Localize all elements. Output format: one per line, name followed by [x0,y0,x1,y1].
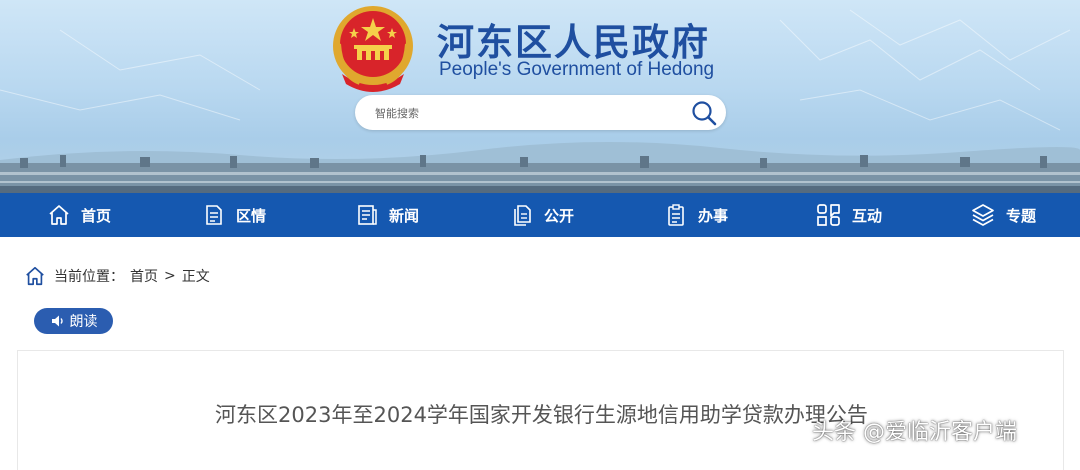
document-icon [206,205,222,225]
search-icon[interactable] [690,99,718,127]
nav-label: 新闻 [389,206,420,225]
home-icon [49,205,69,225]
news-icon [358,205,377,225]
breadcrumb: 当前位置： 首页 > 正文 [24,265,210,287]
nav-item-interaction[interactable]: 互动 [816,193,882,237]
nav-item-news[interactable]: 新闻 [355,193,419,237]
search-bar [355,95,726,130]
files-icon [514,205,531,226]
nav-label: 互动 [852,206,883,225]
read-aloud-button[interactable]: 朗读 [34,308,113,334]
nav-item-home[interactable]: 首页 [47,193,111,237]
nav-label: 区情 [236,206,267,225]
breadcrumb-current[interactable]: 正文 [182,266,210,286]
nav-item-topics[interactable]: 专题 [970,193,1036,237]
header-banner: 河东区人民政府 People's Government of Hedong [0,0,1080,193]
nav-label: 专题 [1006,206,1037,225]
speaker-icon [51,315,63,327]
checklist-icon [668,204,684,226]
main-nav: 首页 区情 新闻 公开 办事 互动 专题 [0,193,1080,237]
read-aloud-label: 朗读 [69,314,98,330]
home-icon [26,266,44,286]
breadcrumb-home-link[interactable]: 首页 [130,266,158,286]
nav-item-services[interactable]: 办事 [664,193,728,237]
site-subtitle: People's Government of Hedong [439,59,715,80]
search-input[interactable] [375,103,675,123]
article-panel: 河东区2023年至2024学年国家开发银行生源地信用助学贷款办理公告 [17,350,1064,470]
interaction-icon [817,204,840,226]
site-title: 河东区人民政府 [437,20,710,64]
nav-label: 公开 [544,206,575,225]
nav-item-public[interactable]: 公开 [510,193,574,237]
national-emblem [333,6,413,92]
layers-icon [972,204,994,226]
nav-label: 办事 [698,206,729,225]
nav-label: 首页 [81,206,112,225]
breadcrumb-prefix: 当前位置： [54,269,124,285]
nav-item-district[interactable]: 区情 [202,193,266,237]
source-watermark: 头条 @爱临沂客户端 [812,420,1017,445]
breadcrumb-separator: > [164,268,176,284]
